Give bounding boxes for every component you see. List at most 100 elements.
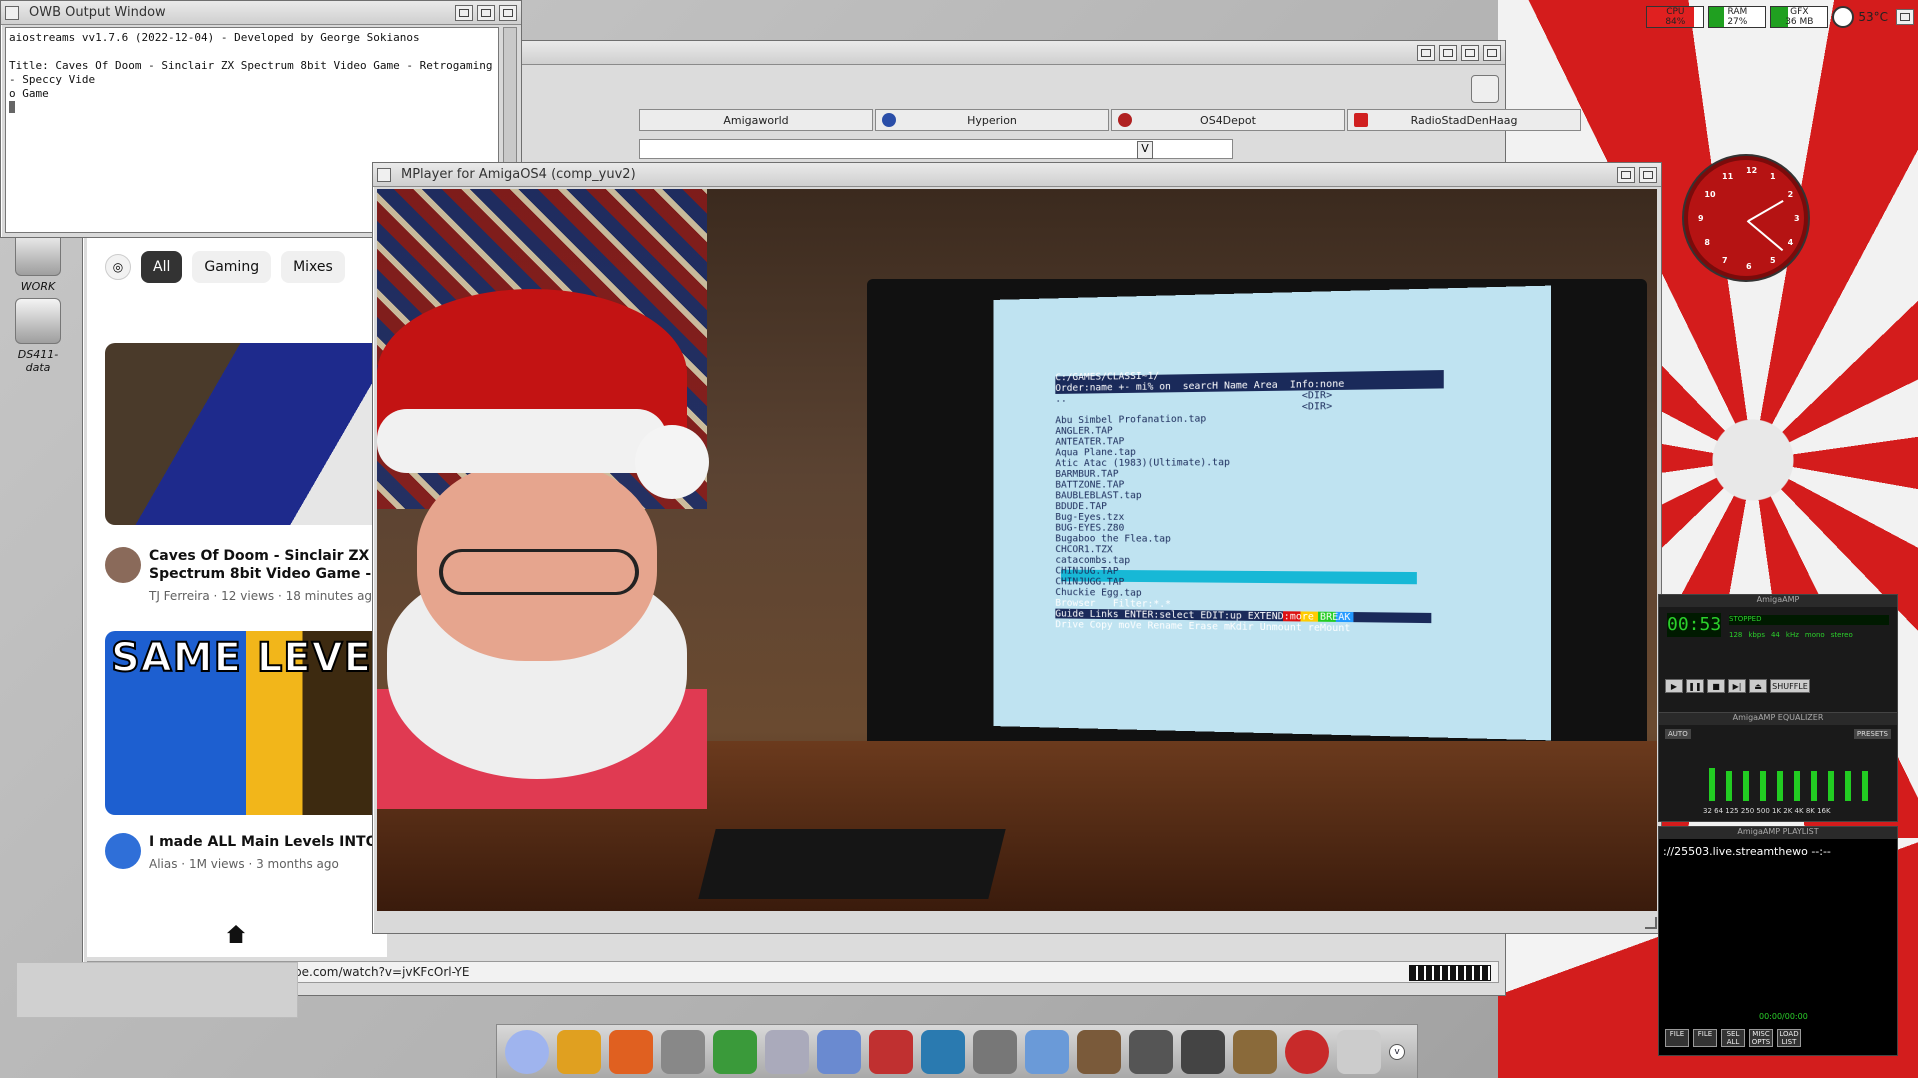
play-icon[interactable]: ▶ [1665,679,1683,693]
magnifier-icon[interactable] [765,1029,809,1074]
video-icon[interactable] [609,1029,653,1074]
video-title[interactable]: I made ALL Main Levels INTO ONE [149,833,387,851]
channel-name[interactable]: Alias [149,857,177,871]
amidock: v [496,1024,1418,1078]
eq-auto-button[interactable]: AUTO [1665,729,1691,739]
eq-slider[interactable] [1811,771,1817,801]
eq-slider[interactable] [1845,771,1851,801]
playlist-title: AmigaAMP PLAYLIST [1659,827,1897,839]
bookmark-amigaworld[interactable]: Amigaworld [639,109,873,131]
depth-button[interactable] [1639,166,1657,183]
eq-slider[interactable] [1862,771,1868,801]
video-card[interactable]: I made ALL Main Levels INTO ONE Alias · … [105,833,387,883]
explore-compass-icon[interactable]: ◎ [105,254,131,280]
video-frame[interactable]: C:/GAMES/CLASSI~1/Order:name +- mi% on s… [377,189,1657,911]
chip-mixes[interactable]: Mixes [281,251,345,283]
dvplayer-icon[interactable] [661,1029,705,1074]
eq-slider[interactable] [1709,768,1715,801]
snapshot-button[interactable] [1439,44,1457,61]
clapper-icon[interactable] [1181,1029,1225,1074]
shuffle-button[interactable]: SHUFFLE [1770,679,1810,693]
eq-slider[interactable] [1777,771,1783,801]
monitor-icon[interactable] [869,1029,913,1074]
channel-name[interactable]: TJ Ferreira [149,589,210,603]
preferences-icon[interactable] [1471,75,1499,103]
orb-icon[interactable] [505,1029,549,1074]
dock-expand-icon[interactable]: v [1389,1043,1405,1060]
close-button[interactable] [377,167,391,182]
channel-avatar[interactable] [105,833,141,869]
chip-gaming[interactable]: Gaming [192,251,272,283]
video-card[interactable]: Caves Of Doom - Sinclair ZX Spectrum 8bi… [105,547,387,607]
wifi-icon[interactable] [1337,1029,1381,1074]
zoom-button[interactable] [1617,166,1635,183]
media-icon[interactable] [1129,1029,1173,1074]
bookmark-os4depot[interactable]: OS4Depot [1111,109,1345,131]
zx-spectrum-screen: C:/GAMES/CLASSI~1/Order:name +- mi% on s… [993,285,1551,741]
clock-number: 9 [1698,214,1704,223]
video-keyboard [698,829,1006,899]
eq-presets-button[interactable]: PRESETS [1853,729,1891,739]
amp-khz-unit: kHz [1785,631,1799,639]
zoom-button[interactable] [477,4,495,21]
playlist-button[interactable]: FILE [1693,1029,1717,1047]
eject-icon[interactable]: ⏏ [1749,679,1767,693]
eq-slider[interactable] [1726,771,1732,801]
window-title: OWB Output Window [29,5,166,20]
playlist-button[interactable]: FILE [1665,1029,1689,1047]
iconify-button[interactable] [455,4,473,21]
pause-icon[interactable]: ❚❚ [1686,679,1704,693]
eq-slider[interactable] [1743,771,1749,801]
zoom-button[interactable] [1461,44,1479,61]
cpu-meter: CPU 84% [1646,6,1705,28]
eq-slider[interactable] [1760,771,1766,801]
playlist-button[interactable]: LOAD LIST [1777,1029,1801,1047]
screen-depth-icon[interactable] [1896,9,1914,25]
bookmark-hyperion[interactable]: Hyperion [875,109,1109,131]
rave-icon[interactable] [1025,1029,1069,1074]
notepad-icon[interactable] [713,1029,757,1074]
home-icon[interactable] [227,925,245,943]
globe-icon [882,113,896,127]
next-icon[interactable]: ▶| [1728,679,1746,693]
drive-work[interactable]: WORK [6,230,70,293]
amp-time-display: 00:53 [1667,613,1722,637]
eq-slider[interactable] [1794,771,1800,801]
drive-ds411-data[interactable]: DS411-data [6,298,70,374]
video-title[interactable]: Caves Of Doom - Sinclair ZX Spectrum 8bi… [149,547,387,583]
video-glasses [439,549,639,595]
shutdown-icon[interactable] [1285,1029,1329,1074]
hollywood-icon[interactable] [1233,1029,1277,1074]
text-cursor [9,101,15,113]
stop-icon[interactable]: ■ [1707,679,1725,693]
depth-button[interactable] [1483,44,1501,61]
top-status-bar: CPU 84% RAM 27% GFX 36 MB 53°C [1646,4,1914,30]
clock-hour-hand [1748,200,1784,222]
eq-slider[interactable] [1828,771,1834,801]
os4depot-icon [1118,113,1132,127]
video-thumbnail[interactable]: SAME LEVEL [105,631,387,815]
iconify-button[interactable] [1417,44,1435,61]
view-count: 12 views [221,589,275,603]
bookmark-radiostaddenhaag[interactable]: RadioStadDenHaag [1347,109,1581,131]
video-thumbnail[interactable] [105,343,387,525]
flash-icon[interactable] [557,1029,601,1074]
playlist-button[interactable]: SEL ALL [1721,1029,1745,1047]
headphones-icon[interactable] [973,1029,1017,1074]
shell-icon[interactable] [817,1029,861,1074]
playlist-entry[interactable]: ://25503.live.streamthewo --:-- [1663,845,1831,858]
chewbacca-icon[interactable] [1077,1029,1121,1074]
eq-frequencies: 32 64 125 250 500 1K 2K 4K 8K 16K [1703,807,1831,815]
channel-avatar[interactable] [105,547,141,583]
bookmark-label: Amigaworld [723,113,789,127]
playlist-button[interactable]: MISC OPTS [1749,1029,1773,1047]
network-icon[interactable] [921,1029,965,1074]
amigaamp-equalizer: AmigaAMP EQUALIZER AUTO PRESETS 32 64 12… [1658,712,1898,822]
amp-status: STOPPED [1729,615,1889,625]
close-button[interactable] [5,5,19,20]
chip-all[interactable]: All [141,251,183,283]
url-history-dropdown[interactable]: V [1137,141,1153,159]
resize-grip-icon[interactable] [1645,917,1657,929]
depth-button[interactable] [499,4,517,21]
